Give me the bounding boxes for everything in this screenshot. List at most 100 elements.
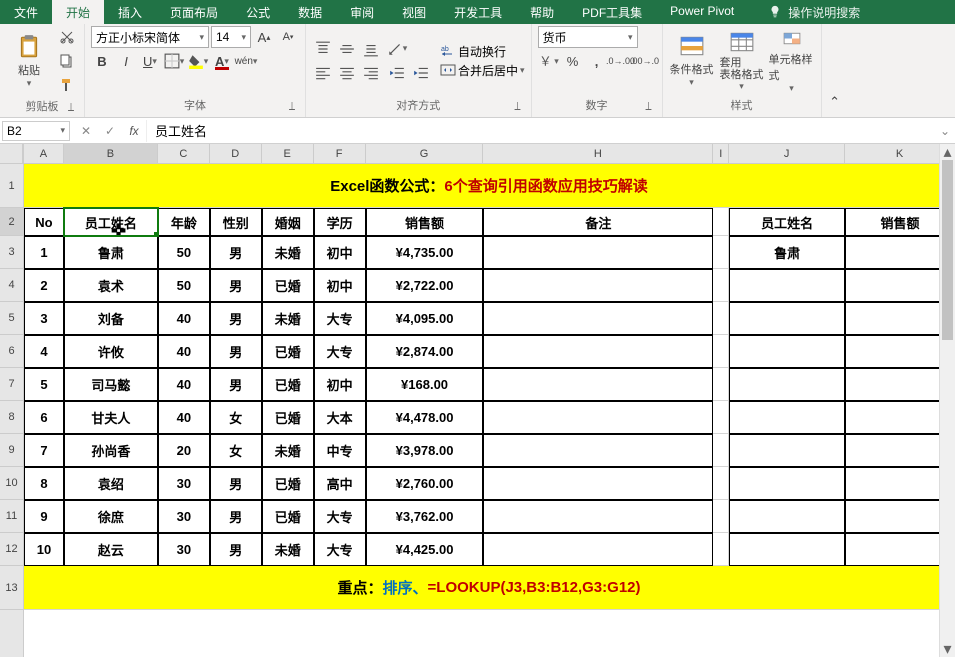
cell[interactable] (729, 500, 845, 533)
cell[interactable]: 性别 (210, 208, 262, 236)
font-color-button[interactable]: A▾ (211, 50, 233, 72)
cell[interactable]: 女 (210, 434, 262, 467)
scroll-down-button[interactable]: ▾ (940, 641, 955, 657)
underline-button[interactable]: U▾ (139, 50, 161, 72)
collapse-ribbon-button[interactable]: ⌃ (824, 91, 846, 113)
cell[interactable] (483, 401, 713, 434)
cell[interactable] (729, 533, 845, 566)
cell[interactable] (729, 434, 845, 467)
cell[interactable]: 已婚 (262, 500, 314, 533)
font-size-select[interactable]: 14▾ (211, 26, 251, 48)
cell[interactable]: 大本 (314, 401, 366, 434)
col-header[interactable]: H (483, 144, 713, 164)
cell[interactable] (729, 269, 845, 302)
cell[interactable]: 已婚 (262, 269, 314, 302)
enter-formula-button[interactable]: ✓ (98, 120, 122, 142)
vertical-scrollbar[interactable]: ▴ ▾ (939, 144, 955, 657)
row-header[interactable]: 12 (0, 533, 23, 566)
col-header[interactable]: A (24, 144, 64, 164)
cell[interactable]: 10 (24, 533, 64, 566)
cell[interactable] (729, 467, 845, 500)
number-format-select[interactable]: 货币▾ (538, 26, 638, 48)
cell[interactable]: ¥168.00 (366, 368, 484, 401)
cell[interactable] (713, 368, 729, 401)
cell[interactable]: 50 (158, 236, 210, 269)
cell[interactable]: 男 (210, 467, 262, 500)
cell[interactable]: ¥4,478.00 (366, 401, 484, 434)
cell[interactable]: 初中 (314, 269, 366, 302)
phonetic-button[interactable]: wén▾ (235, 50, 257, 72)
cell[interactable]: 备注 (483, 208, 713, 236)
cell[interactable] (713, 335, 729, 368)
decrease-indent-button[interactable] (386, 62, 408, 84)
cell[interactable]: 30 (158, 533, 210, 566)
cell[interactable] (483, 500, 713, 533)
align-top-button[interactable] (312, 38, 334, 60)
cell[interactable]: 婚姻 (262, 208, 314, 236)
cell[interactable]: 中专 (314, 434, 366, 467)
cancel-formula-button[interactable]: ✕ (74, 120, 98, 142)
cell[interactable]: 甘夫人 (64, 401, 158, 434)
format-as-table-button[interactable]: 套用 表格格式▾ (719, 28, 765, 94)
merge-center-button[interactable]: 合并后居中 ▾ (440, 62, 525, 79)
cell[interactable]: 孙尚香 (64, 434, 158, 467)
dialog-launcher-icon[interactable]: ⟘ (285, 101, 299, 115)
col-header[interactable]: C (158, 144, 210, 164)
cell[interactable]: 司马懿 (64, 368, 158, 401)
tab-view[interactable]: 视图 (388, 0, 440, 24)
cell[interactable] (713, 236, 729, 269)
cell[interactable]: ¥3,762.00 (366, 500, 484, 533)
cell[interactable]: 男 (210, 269, 262, 302)
cell[interactable] (483, 236, 713, 269)
col-header[interactable]: E (262, 144, 314, 164)
cell[interactable]: 已婚 (262, 368, 314, 401)
cell[interactable]: ¥4,735.00 (366, 236, 484, 269)
tell-me-search[interactable]: 操作说明搜索 (768, 0, 860, 24)
row-header[interactable]: 2 (0, 208, 23, 236)
cell[interactable] (713, 533, 729, 566)
row-header[interactable]: 7 (0, 368, 23, 401)
cell[interactable]: 40 (158, 401, 210, 434)
select-all-button[interactable] (0, 144, 23, 164)
cell[interactable]: ¥3,978.00 (366, 434, 484, 467)
expand-formula-bar-button[interactable]: ⌄ (935, 120, 955, 142)
cell[interactable]: 男 (210, 533, 262, 566)
align-left-button[interactable] (312, 62, 334, 84)
cell-styles-button[interactable]: 单元格样式▾ (769, 28, 815, 94)
cell[interactable]: 员工姓名 (729, 208, 845, 236)
cell[interactable]: No (24, 208, 64, 236)
row-header[interactable]: 8 (0, 401, 23, 434)
col-header[interactable]: B (64, 144, 158, 164)
align-bottom-button[interactable] (360, 38, 382, 60)
row-header[interactable]: 6 (0, 335, 23, 368)
tab-insert[interactable]: 插入 (104, 0, 156, 24)
wrap-text-button[interactable]: ab 自动换行 (440, 43, 525, 60)
decrease-decimal-button[interactable]: .00→.0 (634, 50, 656, 72)
cell[interactable]: 男 (210, 500, 262, 533)
cell[interactable]: 已婚 (262, 467, 314, 500)
cell[interactable]: 徐庶 (64, 500, 158, 533)
row-header[interactable]: 4 (0, 269, 23, 302)
row-header[interactable]: 11 (0, 500, 23, 533)
cell[interactable]: 刘备 (64, 302, 158, 335)
tab-data[interactable]: 数据 (284, 0, 336, 24)
footer-cell[interactable]: 重点： 排序、 =LOOKUP(J3,B3:B12,G3:G12) (24, 566, 955, 610)
cell[interactable]: 男 (210, 302, 262, 335)
cell[interactable]: 9 (24, 500, 64, 533)
bold-button[interactable]: B (91, 50, 113, 72)
row-header[interactable]: 13 (0, 566, 23, 610)
cell[interactable]: 3 (24, 302, 64, 335)
cell[interactable]: 7 (24, 434, 64, 467)
italic-button[interactable]: I (115, 50, 137, 72)
tab-home[interactable]: 开始 (52, 0, 104, 24)
cell[interactable]: 5 (24, 368, 64, 401)
cell[interactable] (483, 467, 713, 500)
cell[interactable]: 4 (24, 335, 64, 368)
row-header[interactable]: 1 (0, 164, 23, 208)
font-name-select[interactable]: 方正小标宋简体▾ (91, 26, 209, 48)
cell[interactable]: 6 (24, 401, 64, 434)
cell[interactable]: 初中 (314, 236, 366, 269)
accounting-format-button[interactable]: ￥▾ (538, 50, 560, 72)
cell[interactable]: 女 (210, 401, 262, 434)
paste-button[interactable]: 粘贴 ▾ (6, 28, 52, 94)
